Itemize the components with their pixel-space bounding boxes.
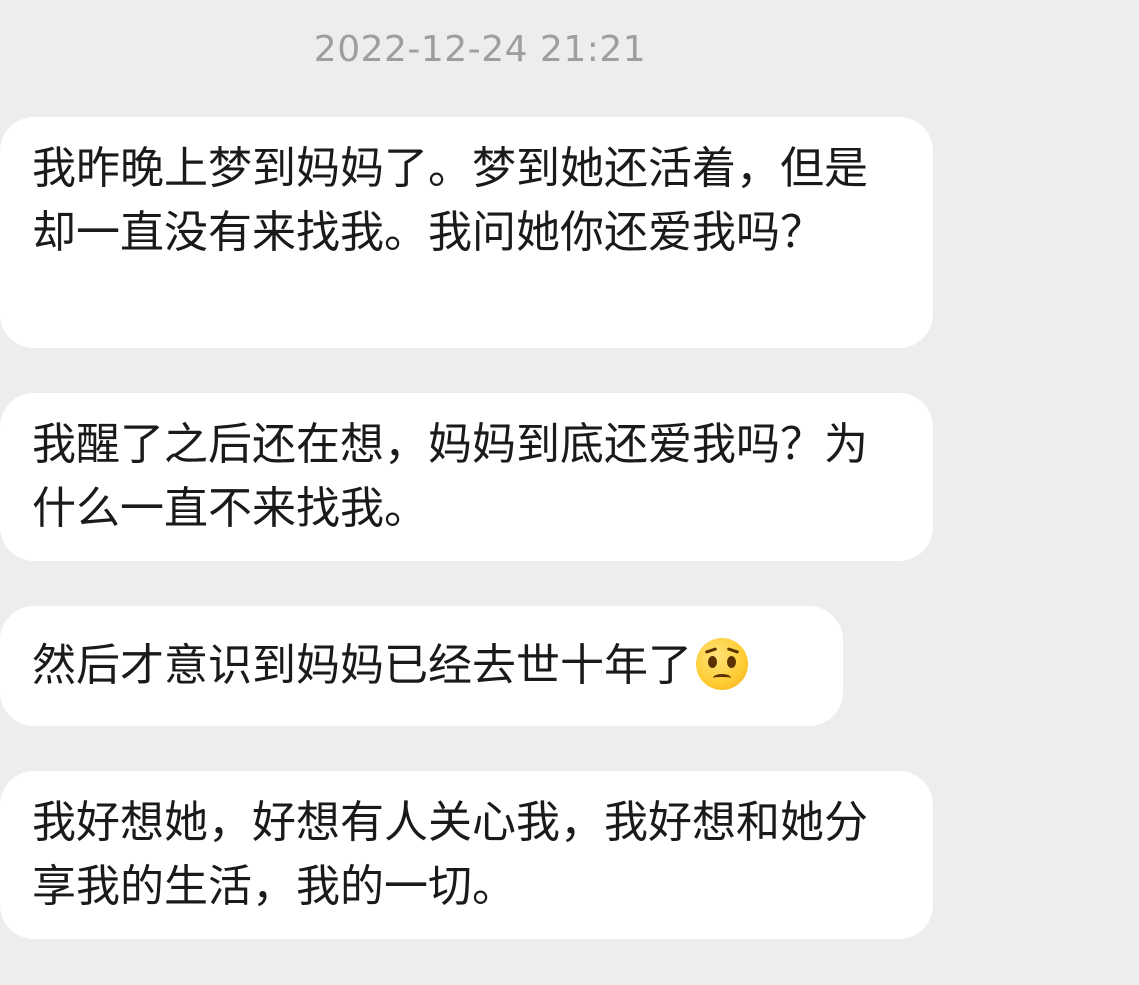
message-bubble[interactable]: 我醒了之后还在想，妈妈到底还爱我吗？为什么一直不来找我。 xyxy=(0,393,933,561)
message-bubble[interactable]: 然后才意识到妈妈已经去世十年了 xyxy=(0,606,843,726)
message-text: 我醒了之后还在想，妈妈到底还爱我吗？为什么一直不来找我。 xyxy=(32,419,868,534)
message-bubble[interactable]: 我昨晚上梦到妈妈了。梦到她还活着，但是却一直没有来找我。我问她你还爱我吗？ xyxy=(0,117,933,348)
pleading-face-icon xyxy=(696,638,748,690)
message-text: 然后才意识到妈妈已经去世十年了 xyxy=(32,640,692,691)
message-text: 我昨晚上梦到妈妈了。梦到她还活着，但是却一直没有来找我。我问她你还爱我吗？ xyxy=(32,143,868,258)
message-text: 我好想她，好想有人关心我，我好想和她分享我的生活，我的一切。 xyxy=(32,797,868,912)
message-timestamp: 2022-12-24 21:21 xyxy=(313,29,647,70)
message-bubble[interactable]: 我好想她，好想有人关心我，我好想和她分享我的生活，我的一切。 xyxy=(0,771,933,939)
